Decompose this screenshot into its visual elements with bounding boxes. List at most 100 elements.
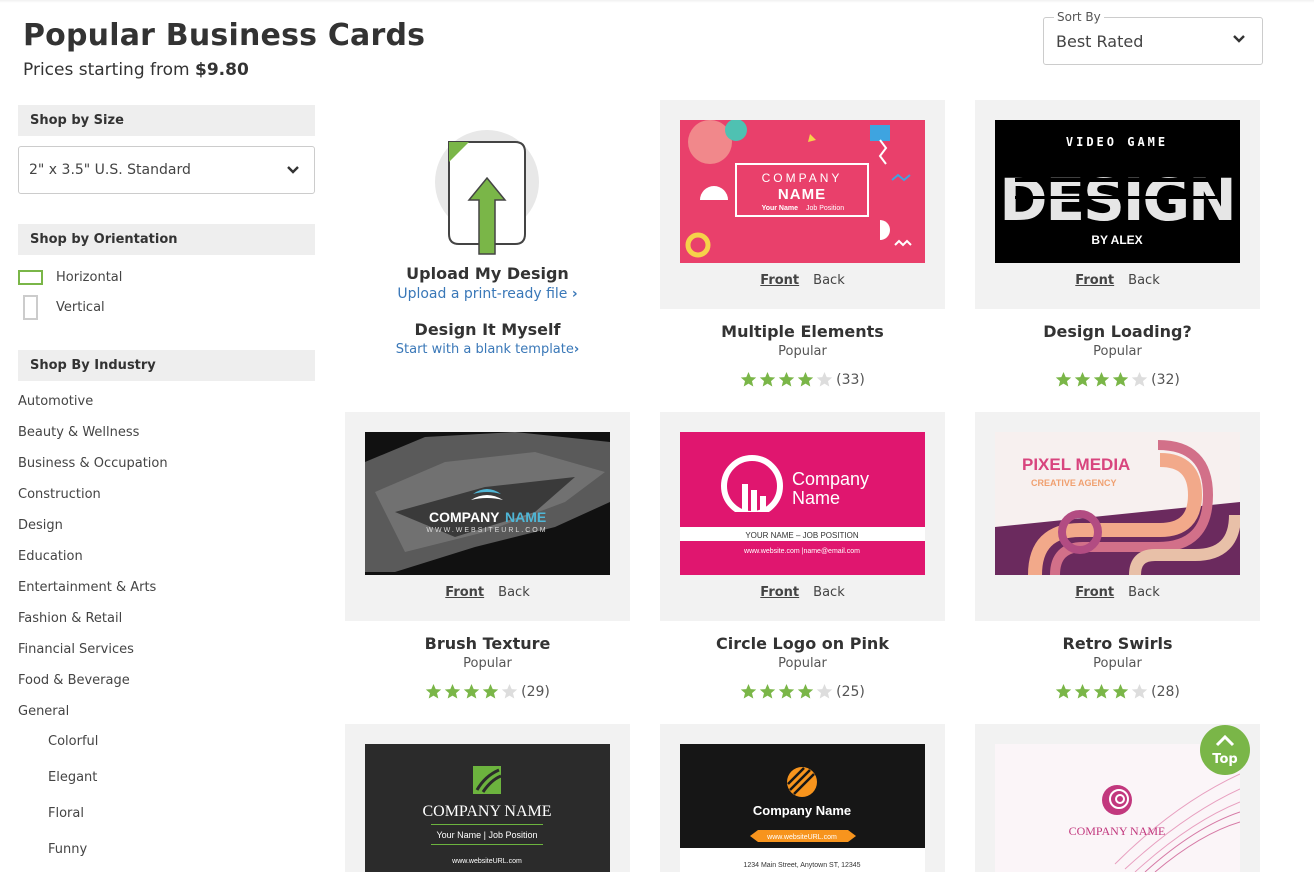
sort-value: Best Rated — [1056, 32, 1144, 51]
industry-link[interactable]: Beauty & Wellness — [18, 425, 139, 440]
design-tag: Popular — [778, 656, 827, 671]
industry-subcategory-link[interactable]: Funny — [48, 842, 87, 857]
front-link[interactable]: Front — [760, 585, 799, 600]
design-name[interactable]: Retro Swirls — [975, 634, 1260, 653]
review-count: (25) — [836, 683, 865, 700]
design-tile[interactable]: Company Name www.websiteURL.com 1234 Mai… — [660, 724, 945, 872]
size-heading: Shop by Size — [18, 105, 315, 136]
card-preview[interactable]: Company Name www.websiteURL.com 1234 Mai… — [680, 744, 925, 872]
card-line1: VIDEO GAME — [1066, 135, 1168, 149]
card-preview[interactable]: PIXEL MEDIA CREATIVE AGENCY — [995, 432, 1240, 575]
chevron-down-icon — [1233, 35, 1245, 43]
design-name[interactable]: Multiple Elements — [660, 322, 945, 341]
front-link[interactable]: Front — [1075, 585, 1114, 600]
design-tile[interactable]: COMPANY NAME Your Name | Job Position ww… — [345, 724, 630, 872]
star-icon — [740, 684, 757, 699]
chevron-up-icon — [1215, 734, 1235, 747]
industry-link[interactable]: Construction — [18, 487, 101, 502]
card-preview[interactable]: Company Name YOUR NAME – JOB POSITION ww… — [680, 432, 925, 575]
design-tile-retro-swirls[interactable]: PIXEL MEDIA CREATIVE AGENCY Front Back — [975, 412, 1260, 621]
design-name[interactable]: Circle Logo on Pink — [660, 634, 945, 653]
card-line3: BY ALEX — [1091, 233, 1142, 247]
back-link[interactable]: Back — [1128, 585, 1160, 600]
design-name[interactable]: Brush Texture — [345, 634, 630, 653]
card-artwork: Company Name www.websiteURL.com 1234 Mai… — [680, 767, 925, 872]
front-back-toggle: Front Back — [660, 273, 945, 288]
industry-link[interactable]: Design — [18, 518, 63, 533]
starting-price: $9.80 — [195, 60, 249, 80]
star-icon — [501, 684, 518, 699]
star-icon — [759, 372, 776, 387]
star-icon — [1093, 372, 1110, 387]
design-name[interactable]: Design Loading? — [975, 322, 1260, 341]
industry-link[interactable]: Education — [18, 549, 83, 564]
card-line1: COMPANY NAME — [422, 803, 551, 820]
design-tile-multiple-elements[interactable]: COMPANY NAME Your Name Job Position Fron… — [660, 100, 945, 309]
size-select[interactable]: 2" x 3.5" U.S. Standard — [18, 146, 315, 194]
star-icon — [816, 684, 833, 699]
front-back-toggle: Front Back — [345, 585, 630, 600]
star-icon — [1131, 684, 1148, 699]
orientation-horizontal[interactable]: Horizontal — [18, 265, 122, 289]
card-artwork: Company Name YOUR NAME – JOB POSITION ww… — [680, 455, 925, 555]
upload-title[interactable]: Upload My Design — [345, 264, 630, 283]
industry-link[interactable]: Automotive — [18, 394, 93, 409]
star-icon — [1112, 684, 1129, 699]
rating: (29) — [345, 683, 630, 700]
back-to-top-button[interactable]: Top — [1200, 725, 1250, 775]
card-preview[interactable]: VIDEO GAME DESIGN BY ALEX — [995, 120, 1240, 263]
industry-link[interactable]: Fashion & Retail — [18, 611, 122, 626]
design-tile-brush-texture[interactable]: COMPANY NAME WWW.WEBSITEURL.COM Front Bac… — [345, 412, 630, 621]
card-line1: PIXEL MEDIA — [1022, 455, 1130, 474]
back-link[interactable]: Back — [813, 273, 845, 288]
card-line1: Company — [792, 469, 869, 489]
star-icon — [797, 684, 814, 699]
orientation-label: Horizontal — [56, 269, 123, 285]
star-icon — [1074, 372, 1091, 387]
orientation-vertical[interactable]: Vertical — [18, 294, 105, 320]
industry-heading: Shop By Industry — [18, 350, 315, 381]
industry-subcategory-link[interactable]: Elegant — [48, 770, 97, 785]
back-link[interactable]: Back — [813, 585, 845, 600]
industry-subcategory-link[interactable]: Colorful — [48, 734, 98, 749]
industry-link[interactable]: General — [18, 704, 69, 719]
card-line3: WWW.WEBSITEURL.COM — [426, 527, 547, 534]
design-tile-design-loading[interactable]: VIDEO GAME DESIGN BY ALEX Front Back — [975, 100, 1260, 309]
back-link[interactable]: Back — [1128, 273, 1160, 288]
star-icon — [1055, 372, 1072, 387]
industry-link[interactable]: Business & Occupation — [18, 456, 168, 471]
design-tile-circle-logo-on-pink[interactable]: Company Name YOUR NAME – JOB POSITION ww… — [660, 412, 945, 621]
card-preview[interactable]: COMPANY NAME Your Name Job Position — [680, 120, 925, 263]
star-icon — [463, 684, 480, 699]
front-back-toggle: Front Back — [660, 585, 945, 600]
rating: (25) — [660, 683, 945, 700]
diy-title[interactable]: Design It Myself — [345, 320, 630, 339]
chevron-right-icon: › — [573, 342, 580, 357]
star-icon — [444, 684, 461, 699]
star-icon — [1074, 684, 1091, 699]
sort-select[interactable]: Sort By Best Rated — [1043, 10, 1263, 65]
back-link[interactable]: Back — [498, 585, 530, 600]
industry-link[interactable]: Financial Services — [18, 642, 134, 657]
card-preview[interactable]: COMPANY NAME Your Name | Job Position ww… — [365, 744, 610, 872]
upload-link[interactable]: Upload a print-ready file › — [345, 286, 630, 302]
diy-link[interactable]: Start with a blank template› — [345, 342, 630, 357]
card-line2: Name — [792, 488, 840, 508]
front-link[interactable]: Front — [1075, 273, 1114, 288]
card-preview[interactable]: COMPANY NAME WWW.WEBSITEURL.COM — [365, 432, 610, 575]
front-back-toggle: Front Back — [975, 273, 1260, 288]
upload-file-icon — [448, 141, 526, 255]
top-label: Top — [1212, 752, 1238, 767]
star-icon — [482, 684, 499, 699]
industry-link[interactable]: Entertainment & Arts — [18, 580, 156, 595]
page-subtitle: Prices starting from $9.80 — [23, 60, 249, 80]
industry-link[interactable]: Food & Beverage — [18, 673, 130, 688]
front-link[interactable]: Front — [445, 585, 484, 600]
card-line4: www.website.com |name@email.com — [743, 548, 860, 555]
card-line4: Job Position — [806, 205, 844, 212]
card-line2: www.websiteURL.com — [766, 834, 837, 841]
card-artwork: COMPANY NAME Your Name | Job Position ww… — [422, 766, 552, 865]
diy-link-text: Start with a blank template — [395, 342, 574, 357]
industry-subcategory-link[interactable]: Floral — [48, 806, 84, 821]
front-link[interactable]: Front — [760, 273, 799, 288]
